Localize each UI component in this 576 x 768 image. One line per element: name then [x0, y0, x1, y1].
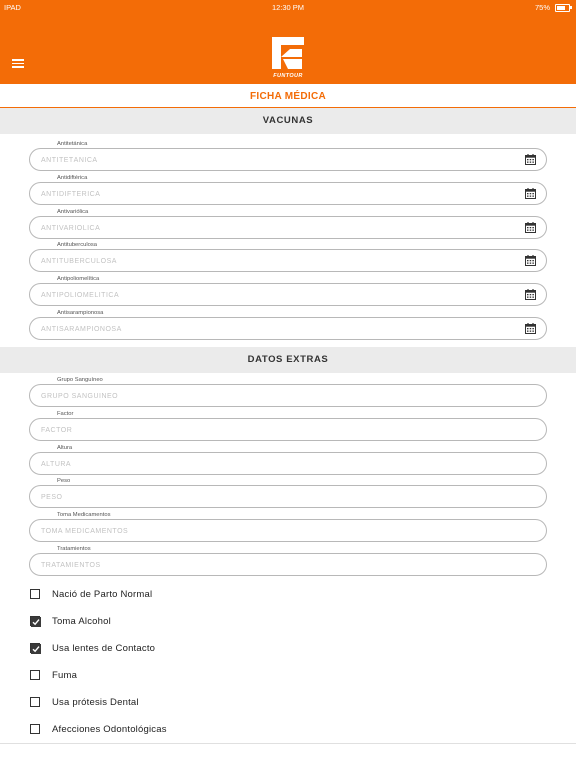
checkmark-icon: [31, 644, 41, 654]
hamburger-icon[interactable]: [12, 59, 24, 68]
checkbox-label: Afecciones Odontológicas: [52, 724, 167, 735]
status-battery-group: 75%: [534, 3, 572, 12]
logo-icon: [272, 37, 304, 69]
vacuna-field-label: Antituberculosa: [57, 242, 97, 248]
checkbox-label: Nació de Parto Normal: [52, 589, 153, 600]
extra-text-input[interactable]: [39, 454, 513, 475]
checkbox-row[interactable]: Usa lentes de Contacto: [0, 635, 576, 663]
checkbox-label: Fuma: [52, 670, 78, 681]
checkmark-icon: [31, 617, 41, 627]
extra-field-label: Grupo Sanguíneo: [57, 377, 103, 383]
extra-field-label: Tratamientos: [57, 546, 91, 552]
checkbox-row[interactable]: Toma Alcohol: [0, 608, 576, 636]
vacuna-date-input[interactable]: [39, 285, 513, 306]
checkbox-label: Toma Alcohol: [52, 616, 111, 627]
checkbox-label: Usa lentes de Contacto: [52, 643, 156, 654]
status-time: 12:30 PM: [271, 3, 305, 12]
extra-field-label: Peso: [57, 478, 71, 484]
section-header-datos-extras: DATOS EXTRAS: [0, 347, 576, 373]
logo-text: FUNTOUR: [273, 73, 303, 79]
vacuna-field-label: Antivariólica: [57, 209, 89, 215]
vacuna-date-field[interactable]: [29, 249, 547, 272]
calendar-icon[interactable]: [525, 222, 536, 233]
extra-text-field[interactable]: [29, 519, 547, 542]
vacuna-date-field[interactable]: [29, 317, 547, 340]
extra-text-field[interactable]: [29, 452, 547, 475]
checkbox-label: Usa prótesis Dental: [52, 697, 139, 708]
vacuna-field-label: Antisarampionosa: [57, 310, 104, 316]
checkbox[interactable]: [30, 589, 40, 599]
extra-text-input[interactable]: [39, 420, 513, 441]
page-title: FICHA MÉDICA: [0, 84, 576, 108]
extra-text-field[interactable]: [29, 485, 547, 508]
extra-text-field[interactable]: [29, 384, 547, 407]
vacuna-date-input[interactable]: [39, 319, 513, 340]
checkbox[interactable]: [30, 616, 41, 627]
calendar-icon[interactable]: [525, 154, 536, 165]
extra-field-label: Altura: [57, 445, 73, 451]
vacuna-date-field[interactable]: [29, 283, 547, 306]
checkbox-row[interactable]: Fuma: [0, 662, 576, 690]
vacuna-field-label: Antidiftérica: [57, 175, 88, 181]
funtour-logo: FUNTOUR: [268, 35, 308, 81]
calendar-icon[interactable]: [525, 188, 536, 199]
extra-text-input[interactable]: [39, 386, 513, 407]
vacuna-date-input[interactable]: [39, 251, 513, 272]
calendar-icon[interactable]: [525, 289, 536, 300]
app-header: IPAD 12:30 PM 75% FUNTOUR: [0, 0, 576, 84]
extra-text-field[interactable]: [29, 553, 547, 576]
extra-text-input[interactable]: [39, 487, 513, 508]
vacuna-field-label: Antitetánica: [57, 141, 88, 147]
vacuna-field-label: Antipoliomelítica: [57, 276, 100, 282]
extra-text-input[interactable]: [39, 521, 513, 542]
vacuna-date-input[interactable]: [39, 184, 513, 205]
vacuna-date-input[interactable]: [39, 150, 513, 171]
checkbox[interactable]: [30, 670, 40, 680]
checkbox-row[interactable]: Afecciones Odontológicas: [0, 716, 576, 744]
extra-field-label: Toma Medicamentos: [57, 512, 111, 518]
battery-icon: [555, 3, 572, 12]
checkbox[interactable]: [30, 724, 40, 734]
checkbox-row[interactable]: Usa prótesis Dental: [0, 689, 576, 717]
calendar-icon[interactable]: [525, 323, 536, 334]
extra-text-input[interactable]: [39, 555, 513, 576]
checkbox-row[interactable]: Nació de Parto Normal: [0, 581, 576, 609]
calendar-icon[interactable]: [525, 255, 536, 266]
checkbox[interactable]: [30, 643, 41, 654]
vacuna-date-field[interactable]: [29, 148, 547, 171]
vacuna-date-field[interactable]: [29, 216, 547, 239]
vacuna-date-input[interactable]: [39, 218, 513, 239]
checkbox[interactable]: [30, 697, 40, 707]
extra-field-label: Factor: [57, 411, 74, 417]
extra-text-field[interactable]: [29, 418, 547, 441]
vacuna-date-field[interactable]: [29, 182, 547, 205]
battery-percent: 75%: [534, 3, 550, 12]
section-header-vacunas: VACUNAS: [0, 108, 576, 134]
